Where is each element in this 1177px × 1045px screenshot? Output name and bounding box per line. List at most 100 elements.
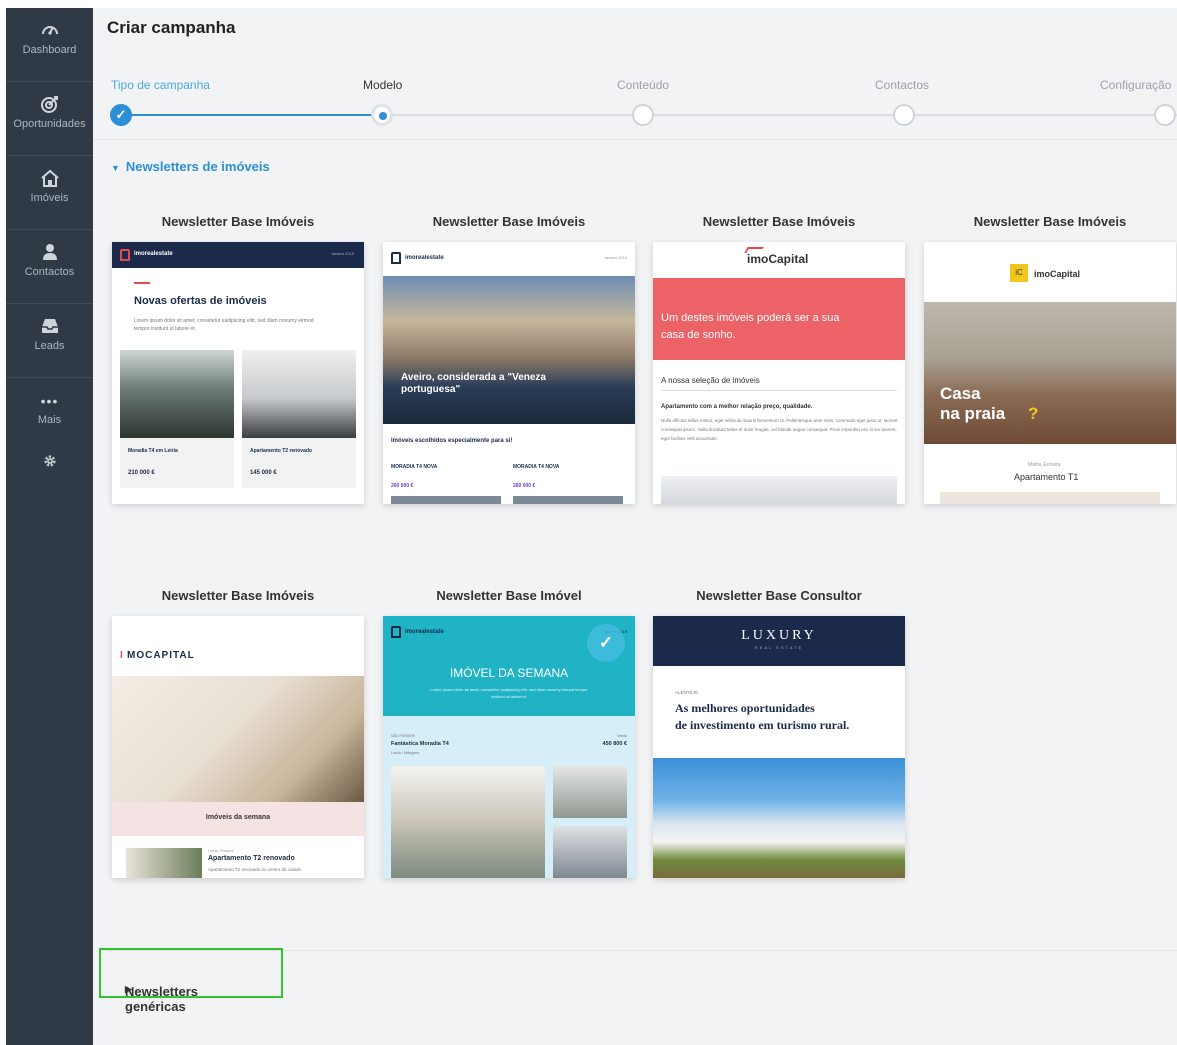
email-heading: As melhores oportunidades [675,701,815,715]
step-label-conteudo[interactable]: Conteúdo [617,78,669,92]
issue-date: Janeiro 2019 [603,255,627,260]
step-label-tipo[interactable]: Tipo de campanha [111,78,210,92]
listing-text: Nullo efficitur tellus metus, eget vehic… [661,418,898,441]
selected-check-icon: ✓ [587,624,625,662]
step-line-pending [383,114,1177,116]
listing-price: 450 800 € [602,741,627,747]
house-logo-icon [391,252,401,264]
sidebar-item-oportunidades[interactable]: Oportunidades [6,82,93,156]
listing-info: Moradia T4 em Leiria 210 000 € [120,438,234,488]
listing-photo [553,766,627,818]
listing-photo [661,476,897,504]
listing-kicker: NÃO PERDER! [391,734,416,738]
step-5-indicator[interactable] [1154,104,1176,126]
listing-name: MORADIA T4 NOVA [513,464,560,470]
sidebar-item-label: Dashboard [22,44,77,56]
house-logo-icon [391,626,401,638]
section-label: Newsletters genéricas [125,984,198,1014]
step-3-indicator[interactable] [632,104,654,126]
target-icon [6,94,93,118]
hero-caption-mark: ? [1028,404,1039,423]
template-title: Newsletter Base Consultor [696,588,862,603]
template-card-1[interactable]: imorealestate Janeiro 2019 Novas ofertas… [112,242,364,504]
listing-photo [940,492,1160,504]
listing-name: Fantástica Moradia T4 [391,741,449,747]
email-kicker: ALENTEJO [675,690,699,695]
banner-text: Um destes imóveis poderá ser a sua casa … [661,312,840,341]
listing-photo [391,766,545,878]
step-label-contactos[interactable]: Contactos [875,78,929,92]
sidebar-item-label: Contactos [24,266,75,278]
issue-date: Janeiro 2019 [330,251,354,256]
template-card-4[interactable]: iC imoCapital Casa na praia ? Mafra, Eri… [924,242,1176,504]
sidebar-item-dashboard[interactable]: Dashboard [6,8,93,82]
hero-photo [112,676,364,802]
step-label-modelo[interactable]: Modelo [363,78,402,92]
listing-text: Apartamento T2 renovado no centro da cid… [208,867,303,872]
listing-location: Mafra, Ericeira [1028,462,1061,468]
listing-location: Leiria, Pousos [208,848,234,853]
brand-subtitle: REAL ESTATE [754,645,804,650]
inbox-icon [6,316,93,340]
listing-price: 260 000 € [513,483,536,489]
brand-name: imorealestate [405,255,444,261]
stepper: Tipo de campanha Modelo Conteúdo Contact… [93,70,1177,140]
listing-price: 145 000 € [250,470,277,476]
sidebar-item-label: Oportunidades [13,118,86,130]
listing-title: Apartamento com a melhor relação preço, … [661,404,813,410]
sidebar-item-label: Imóveis [30,192,69,204]
gauge-icon [6,20,93,44]
section-toggle-generic[interactable]: ▶ Newsletters genéricas [99,948,283,1014]
listing-photo [391,496,501,504]
hero-caption: na praia [940,404,1006,423]
sidebar-item-imoveis[interactable]: Imóveis [6,156,93,230]
sidebar-item-leads[interactable]: Leads [6,304,93,378]
listing-photo [513,496,623,504]
sidebar-item-label: Mais [37,414,62,426]
template-title: Newsletter Base Imóveis [161,588,315,603]
user-icon [6,242,93,266]
listing-name: Apartamento T2 renovado [250,448,312,454]
gear-icon[interactable] [6,452,93,473]
step-2-indicator[interactable] [371,104,393,126]
listing-photo [242,350,356,438]
sidebar-item-mais[interactable]: ••• Mais [6,378,93,452]
house-logo-icon [120,249,130,261]
step-4-indicator[interactable] [893,104,915,126]
page-title: Criar campanha [107,18,236,37]
brand-name: imoCapital [747,252,809,266]
listing-price: 210 000 € [128,470,155,476]
brand-name: imoCapital [1034,269,1081,279]
step-label-configuracao[interactable]: Configuração [1100,78,1171,92]
brand-name: imorealestate [134,251,173,257]
listing-name: MORADIA T4 NOVA [391,464,438,470]
home-icon [6,168,93,192]
accent-rule [134,282,150,284]
brand-name: imorealestate [405,629,444,635]
caret-down-icon: ▼ [111,163,120,173]
section-heading: A nossa seleção de imóveis [661,376,760,385]
email-heading: Novas ofertas de imóveis [134,295,267,307]
email-intro: Lorem ipsum dolor sit amet, consetetur s… [134,318,314,332]
template-card-3[interactable]: imoCapital Um destes imóveis poderá ser … [653,242,905,504]
template-card-5[interactable]: I MOCAPITAL Imóveis da semana Leiria, Po… [112,616,364,878]
listing-name: Moradia T4 em Leiria [128,448,178,454]
listing-name: Apartamento T2 renovado [208,855,295,862]
divider [661,390,897,391]
email-subheading: Imóveis escolhidos especialmente para si… [391,438,513,444]
brand-name: LUXURY [741,628,817,643]
template-title: Newsletter Base Imóveis [702,214,856,229]
main-content: Criar campanha Tipo de campanha Modelo C… [93,8,1177,1045]
template-card-6-selected[interactable]: imorealestate Janeiro 2019 IMÓVEL DA SEM… [383,616,635,878]
template-card-2[interactable]: imorealestate Janeiro 2019 Aveiro, consi… [383,242,635,504]
template-title: Newsletter Base Imóveis [973,214,1127,229]
hero-photo: Casa na praia ? [924,302,1176,444]
section-toggle-real-estate[interactable]: ▼ Newsletters de imóveis [111,159,270,174]
step-1-check-icon[interactable]: ✓ [110,104,132,126]
listing-info: Apartamento T2 renovado 145 000 € [242,438,356,488]
email-header: LUXURY REAL ESTATE [653,616,905,666]
template-card-7[interactable]: LUXURY REAL ESTATE ALENTEJO As melhores … [653,616,905,878]
sidebar-item-contactos[interactable]: Contactos [6,230,93,304]
email-intro: Lorem ipsum dolor sit amet, consetetur s… [430,687,588,699]
listing-location: Leiria / Milagres [391,750,420,755]
